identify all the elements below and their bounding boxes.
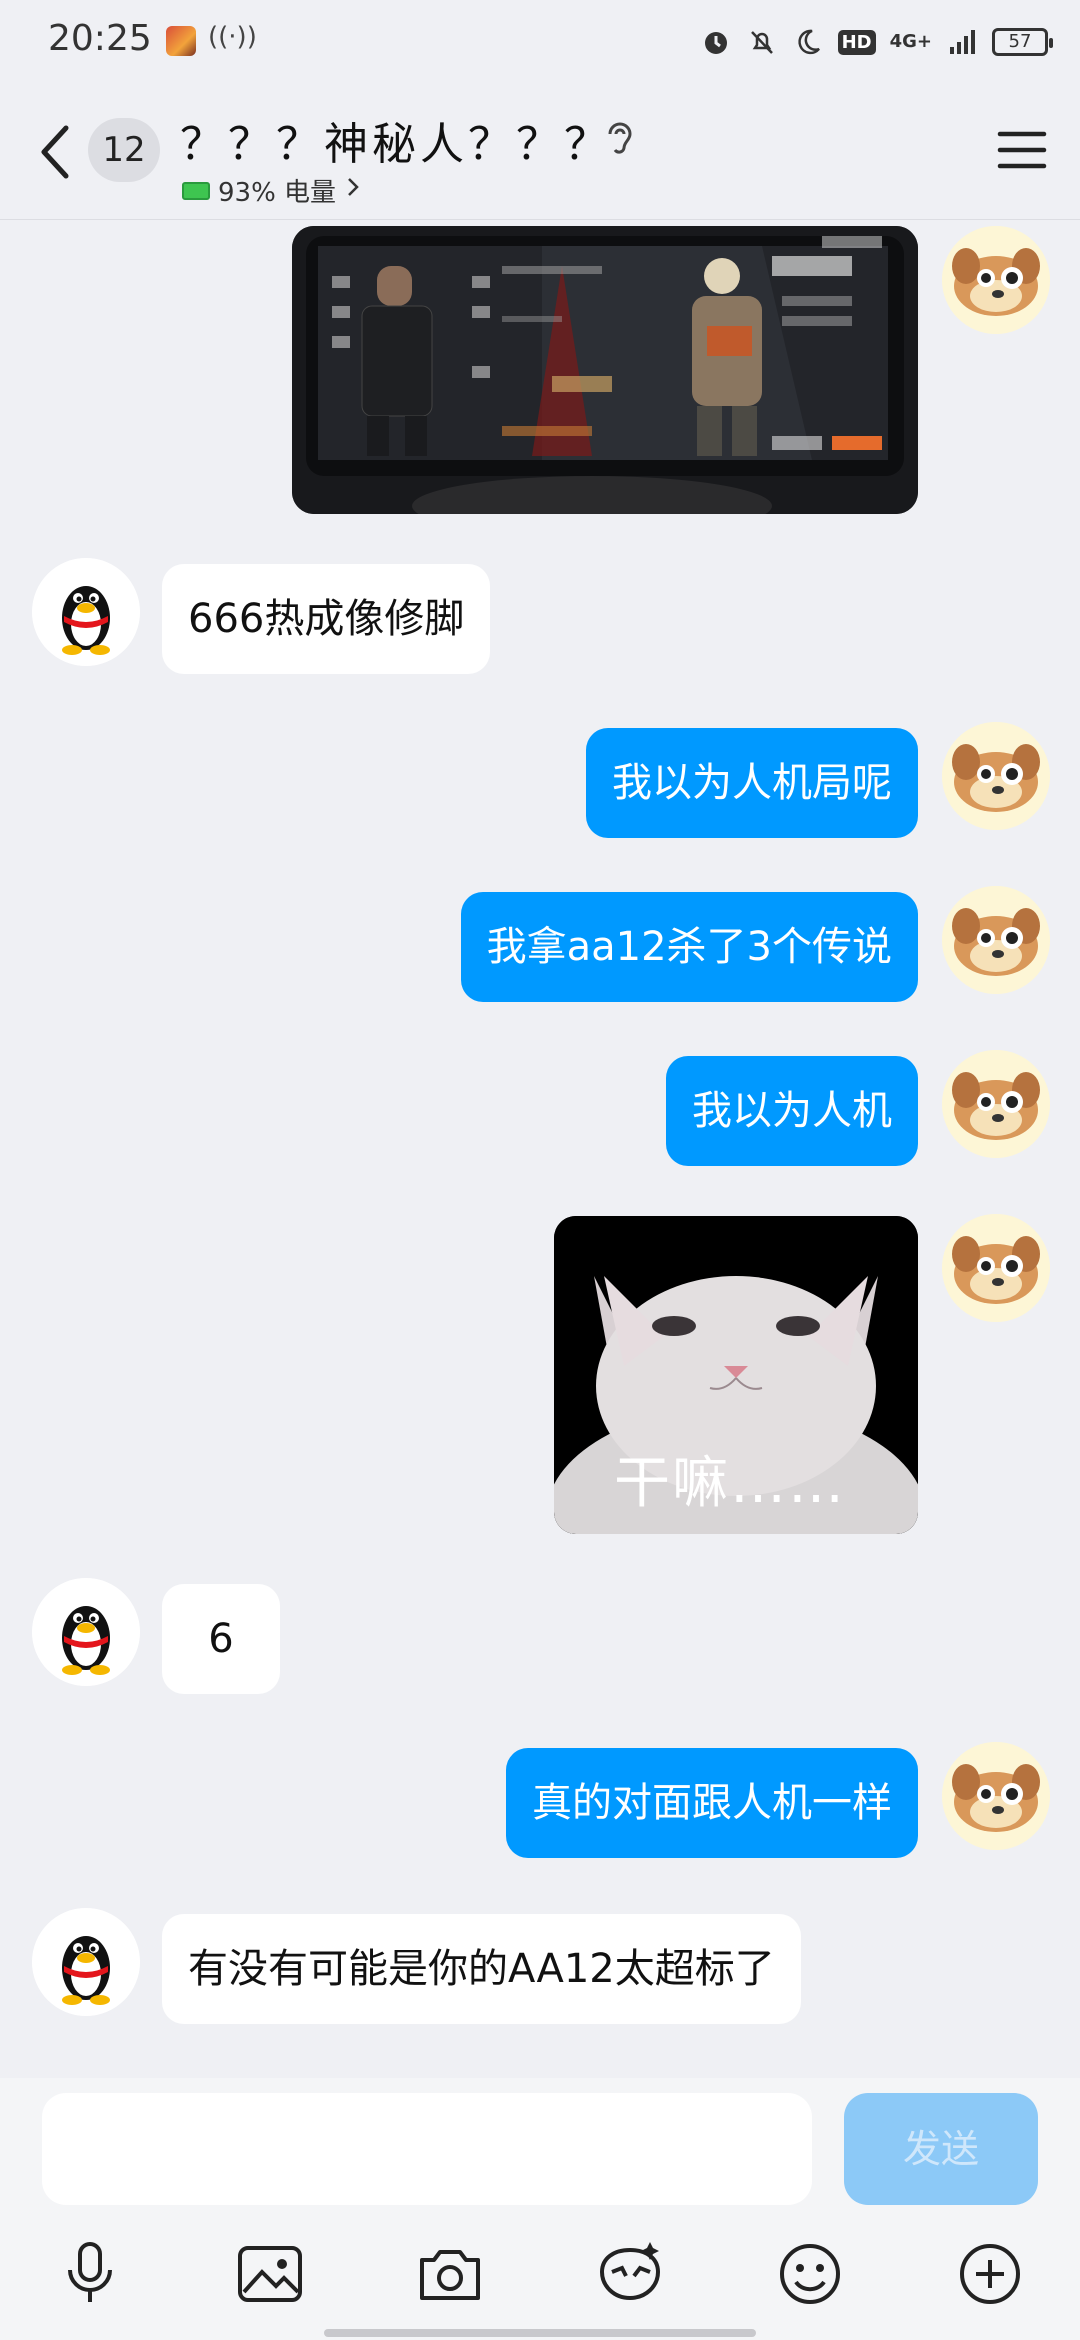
- message-bubble-incoming[interactable]: 有没有可能是你的AA12太超标了: [162, 1914, 801, 2024]
- status-bar: 20:25 ((·)) HD 4G+ 57: [0, 0, 1080, 84]
- partner-status[interactable]: 93% 电量: [182, 172, 362, 209]
- home-indicator[interactable]: [324, 2329, 756, 2337]
- chat-header: 12 ？？？神秘人？？？ 93% 电量: [0, 84, 1080, 220]
- moon-icon: [792, 26, 824, 58]
- unread-count-badge[interactable]: 12: [88, 118, 160, 182]
- status-time: 20:25: [48, 18, 152, 59]
- hd-icon: HD: [837, 29, 876, 55]
- back-icon[interactable]: [34, 122, 78, 182]
- send-button[interactable]: 发送: [844, 2093, 1038, 2205]
- my-avatar[interactable]: [942, 1742, 1050, 1850]
- battery-icon: 57: [992, 28, 1053, 56]
- emoji-icon[interactable]: [774, 2238, 846, 2310]
- battery-mini-icon: [182, 181, 210, 200]
- plus-icon[interactable]: [954, 2238, 1026, 2310]
- message-bubble-outgoing[interactable]: 我以为人机: [666, 1056, 918, 1166]
- hotspot-icon: ((·)): [208, 22, 257, 52]
- ear-icon[interactable]: [600, 116, 640, 160]
- my-avatar[interactable]: [942, 886, 1050, 994]
- mic-icon[interactable]: [54, 2238, 126, 2310]
- message-bubble-incoming[interactable]: 666热成像修脚: [162, 564, 491, 674]
- camera-icon[interactable]: [414, 2238, 486, 2310]
- signal-icon: [946, 26, 978, 58]
- partner-battery-text: 93% 电量: [218, 178, 337, 208]
- message-bubble-outgoing[interactable]: 我以为人机局呢: [586, 728, 918, 838]
- my-avatar[interactable]: [942, 1214, 1050, 1322]
- image-icon[interactable]: [234, 2238, 306, 2310]
- menu-icon[interactable]: [996, 124, 1048, 176]
- message-sticker[interactable]: 干嘛……: [554, 1216, 918, 1534]
- partner-avatar[interactable]: [32, 1578, 140, 1686]
- sticker-caption: 干嘛……: [614, 1451, 846, 1516]
- network-type: 4G+: [889, 31, 932, 52]
- chevron-right-icon: [344, 175, 362, 206]
- ai-sticker-icon[interactable]: [594, 2238, 666, 2310]
- my-avatar[interactable]: [942, 1050, 1050, 1158]
- message-bubble-outgoing[interactable]: 真的对面跟人机一样: [506, 1748, 918, 1858]
- message-bubble-outgoing[interactable]: 我拿aa12杀了3个传说: [460, 892, 918, 1002]
- mute-icon: [746, 26, 778, 58]
- chat-title[interactable]: ？？？神秘人？？？: [180, 108, 612, 172]
- composer-toolbar: [0, 2238, 1080, 2318]
- my-avatar[interactable]: [942, 226, 1050, 334]
- message-input[interactable]: [42, 2093, 812, 2205]
- message-photo[interactable]: [292, 226, 918, 514]
- partner-avatar[interactable]: [32, 1908, 140, 2016]
- composer: 发送: [0, 2078, 1080, 2340]
- alarm-icon: [700, 26, 732, 58]
- message-bubble-incoming[interactable]: 6: [162, 1584, 280, 1694]
- app-notification-icon: [166, 26, 196, 56]
- my-avatar[interactable]: [942, 722, 1050, 830]
- partner-avatar[interactable]: [32, 558, 140, 666]
